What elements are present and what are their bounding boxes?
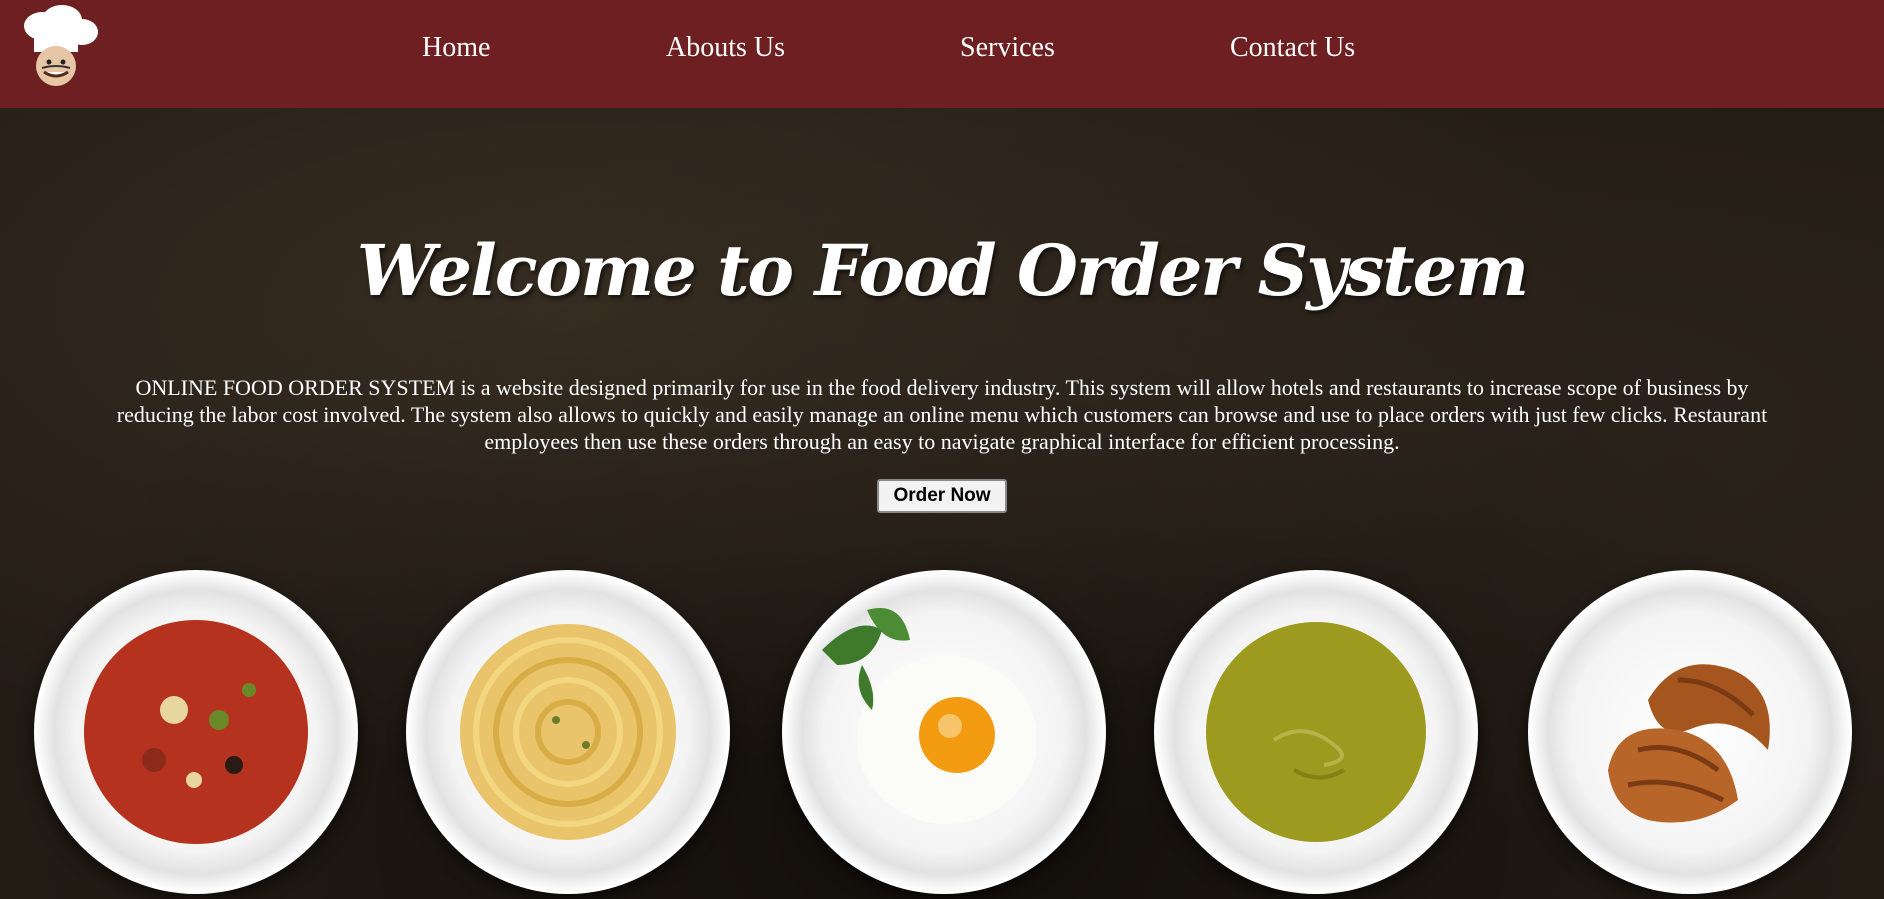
fried-egg-icon	[822, 608, 1037, 824]
hero-title: Welcome to Food Order System	[356, 229, 1529, 312]
vegetable-soup-icon	[84, 620, 308, 844]
chef-logo-icon[interactable]	[12, 4, 102, 90]
pea-soup-icon	[1206, 622, 1426, 842]
plate-croissants	[1528, 570, 1852, 894]
plate-vegetable-soup	[34, 570, 358, 894]
spaghetti-icon	[460, 624, 676, 840]
nav-home[interactable]: Home	[422, 34, 490, 62]
navbar: Home Abouts Us Services Contact Us	[0, 0, 1884, 108]
croissants-icon	[1608, 664, 1770, 823]
hero-description: ONLINE FOOD ORDER SYSTEM is a website de…	[116, 375, 1768, 454]
hero-section: Welcome to Food Order System ONLINE FOOD…	[0, 108, 1884, 899]
nav-about-us[interactable]: Abouts Us	[666, 34, 785, 62]
nav-services[interactable]: Services	[960, 34, 1055, 62]
plate-pea-soup	[1154, 570, 1478, 894]
order-now-button[interactable]: Order Now	[877, 479, 1007, 513]
plate-fried-egg	[782, 570, 1106, 894]
plate-spaghetti	[406, 570, 730, 894]
nav-contact-us[interactable]: Contact Us	[1230, 34, 1355, 62]
